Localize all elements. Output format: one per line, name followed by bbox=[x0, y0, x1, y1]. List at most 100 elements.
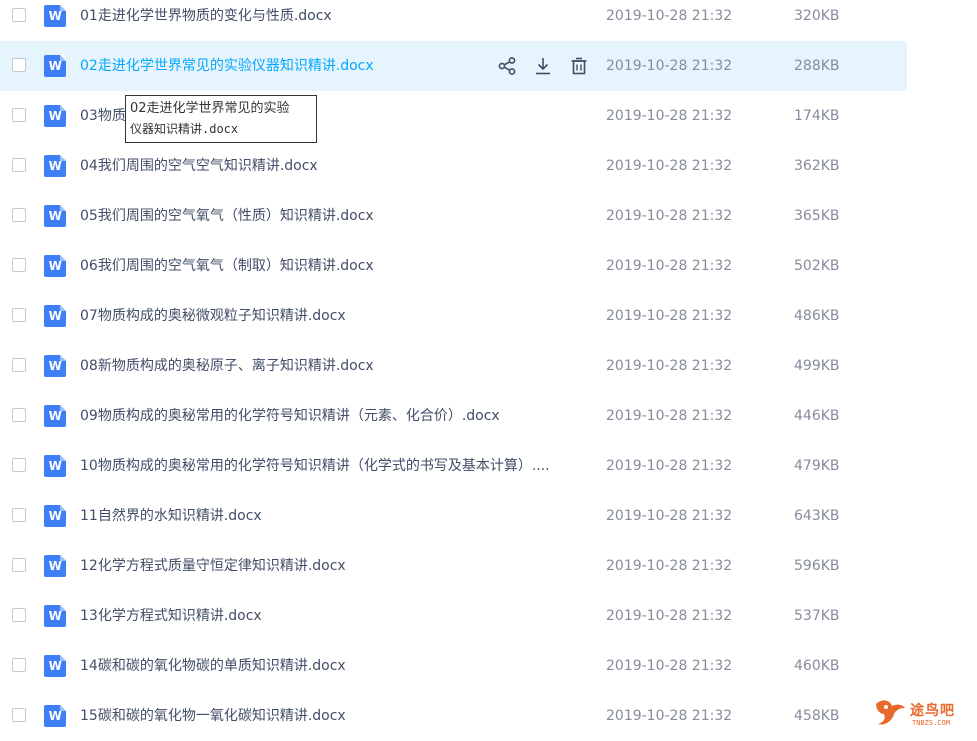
word-doc-icon: W bbox=[44, 105, 66, 127]
file-icon-letter: W bbox=[48, 109, 62, 123]
row-checkbox[interactable] bbox=[12, 258, 26, 272]
row-checkbox[interactable] bbox=[12, 458, 26, 472]
file-size: 537KB bbox=[794, 608, 840, 624]
file-icon-letter: W bbox=[48, 9, 62, 23]
file-name-link[interactable]: 12化学方程式质量守恒定律知识精讲.docx bbox=[80, 541, 346, 591]
share-icon[interactable] bbox=[496, 55, 518, 77]
word-doc-icon: W bbox=[44, 705, 66, 727]
file-row[interactable]: W 12化学方程式质量守恒定律知识精讲.docx 2019-10-28 21:32 5… bbox=[0, 541, 907, 591]
file-modified-date: 2019-10-28 21:32 bbox=[606, 558, 733, 574]
file-modified-date: 2019-10-28 21:32 bbox=[606, 8, 733, 24]
file-modified-date: 2019-10-28 21:32 bbox=[606, 458, 733, 474]
row-checkbox[interactable] bbox=[12, 208, 26, 222]
row-checkbox[interactable] bbox=[12, 58, 26, 72]
file-icon-letter: W bbox=[48, 59, 62, 73]
row-checkbox[interactable] bbox=[12, 658, 26, 672]
file-row[interactable]: W 10物质构成的奥秘常用的化学符号知识精讲（化学式的书写及基本计算）.... 20… bbox=[0, 441, 907, 491]
file-size: 596KB bbox=[794, 558, 840, 574]
file-name-link[interactable]: 13化学方程式知识精讲.docx bbox=[80, 591, 262, 641]
file-row[interactable]: W 06我们周围的空气氧气（制取）知识精讲.docx 2019-10-28 21:3… bbox=[0, 241, 907, 291]
word-doc-icon: W bbox=[44, 205, 66, 227]
file-modified-date: 2019-10-28 21:32 bbox=[606, 258, 733, 274]
file-size: 174KB bbox=[794, 108, 840, 124]
row-checkbox[interactable] bbox=[12, 408, 26, 422]
file-icon-letter: W bbox=[48, 159, 62, 173]
row-checkbox[interactable] bbox=[12, 508, 26, 522]
row-checkbox[interactable] bbox=[12, 358, 26, 372]
word-doc-icon: W bbox=[44, 155, 66, 177]
file-modified-date: 2019-10-28 21:32 bbox=[606, 608, 733, 624]
file-size: 643KB bbox=[794, 508, 840, 524]
delete-icon[interactable] bbox=[568, 55, 590, 77]
file-icon-letter: W bbox=[48, 359, 62, 373]
file-size: 288KB bbox=[794, 58, 840, 74]
tooltip-line-2: 仪器知识精讲.docx bbox=[130, 122, 239, 136]
word-doc-icon: W bbox=[44, 55, 66, 77]
file-icon-letter: W bbox=[48, 659, 62, 673]
file-modified-date: 2019-10-28 21:32 bbox=[606, 408, 733, 424]
word-doc-icon: W bbox=[44, 5, 66, 27]
file-modified-date: 2019-10-28 21:32 bbox=[606, 358, 733, 374]
word-doc-icon: W bbox=[44, 305, 66, 327]
file-size: 479KB bbox=[794, 458, 840, 474]
filename-tooltip: 02走进化学世界常见的实验 仪器知识精讲.docx bbox=[125, 95, 317, 143]
file-icon-letter: W bbox=[48, 459, 62, 473]
word-doc-icon: W bbox=[44, 555, 66, 577]
row-checkbox[interactable] bbox=[12, 8, 26, 22]
word-doc-icon: W bbox=[44, 605, 66, 627]
file-row[interactable]: W 07物质构成的奥秘微观粒子知识精讲.docx 2019-10-28 21:32 4… bbox=[0, 291, 907, 341]
file-row[interactable]: W 13化学方程式知识精讲.docx 2019-10-28 21:32 537KB bbox=[0, 591, 907, 641]
word-doc-icon: W bbox=[44, 255, 66, 277]
word-doc-icon: W bbox=[44, 655, 66, 677]
file-name-link[interactable]: 09物质构成的奥秘常用的化学符号知识精讲（元素、化合价）.docx bbox=[80, 391, 500, 441]
download-icon[interactable] bbox=[532, 55, 554, 77]
file-name-link[interactable]: 11自然界的水知识精讲.docx bbox=[80, 491, 262, 541]
file-modified-date: 2019-10-28 21:32 bbox=[606, 658, 733, 674]
tooltip-line-1: 02走进化学世界常见的实验 bbox=[130, 101, 290, 116]
file-icon-letter: W bbox=[48, 409, 62, 423]
file-name-link[interactable]: 01走进化学世界物质的变化与性质.docx bbox=[80, 0, 332, 41]
file-modified-date: 2019-10-28 21:32 bbox=[606, 308, 733, 324]
row-checkbox[interactable] bbox=[12, 708, 26, 722]
file-name-link[interactable]: 03物质 bbox=[80, 91, 126, 141]
row-checkbox[interactable] bbox=[12, 108, 26, 122]
file-name-link[interactable]: 04我们周围的空气空气知识精讲.docx bbox=[80, 141, 318, 191]
file-row[interactable]: W 02走进化学世界常见的实验仪器知识精讲.docx 2019-10-28 21:3… bbox=[0, 41, 907, 91]
bird-logo-icon bbox=[876, 700, 905, 725]
file-modified-date: 2019-10-28 21:32 bbox=[606, 58, 733, 74]
row-checkbox[interactable] bbox=[12, 608, 26, 622]
row-checkbox[interactable] bbox=[12, 558, 26, 572]
watermark-text: 途鸟吧 bbox=[910, 703, 955, 719]
file-name-link[interactable]: 08新物质构成的奥秘原子、离子知识精讲.docx bbox=[80, 341, 374, 391]
word-doc-icon: W bbox=[44, 355, 66, 377]
file-icon-letter: W bbox=[48, 559, 62, 573]
file-size: 362KB bbox=[794, 158, 840, 174]
file-row[interactable]: W 08新物质构成的奥秘原子、离子知识精讲.docx 2019-10-28 21:3… bbox=[0, 341, 907, 391]
file-row[interactable]: W 05我们周围的空气氧气（性质）知识精讲.docx 2019-10-28 21:3… bbox=[0, 191, 907, 241]
file-row[interactable]: W 14碳和碳的氧化物碳的单质知识精讲.docx 2019-10-28 21:32 4… bbox=[0, 641, 907, 691]
file-name-link[interactable]: 07物质构成的奥秘微观粒子知识精讲.docx bbox=[80, 291, 346, 341]
file-modified-date: 2019-10-28 21:32 bbox=[606, 208, 733, 224]
file-row[interactable]: W 09物质构成的奥秘常用的化学符号知识精讲（元素、化合价）.docx 2019-1… bbox=[0, 391, 907, 441]
row-checkbox[interactable] bbox=[12, 158, 26, 172]
file-row[interactable]: W 11自然界的水知识精讲.docx 2019-10-28 21:32 643KB bbox=[0, 491, 907, 541]
file-name-link[interactable]: 10物质构成的奥秘常用的化学符号知识精讲（化学式的书写及基本计算）.... bbox=[80, 441, 550, 491]
watermark-logo: 途鸟吧 TNBZS.COM bbox=[872, 696, 972, 732]
file-modified-date: 2019-10-28 21:32 bbox=[606, 508, 733, 524]
file-name-link[interactable]: 02走进化学世界常见的实验仪器知识精讲.docx bbox=[80, 41, 374, 91]
file-row[interactable]: W 01走进化学世界物质的变化与性质.docx 2019-10-28 21:32 32… bbox=[0, 0, 907, 41]
file-modified-date: 2019-10-28 21:32 bbox=[606, 108, 733, 124]
file-row[interactable]: W 04我们周围的空气空气知识精讲.docx 2019-10-28 21:32 362… bbox=[0, 141, 907, 191]
file-size: 365KB bbox=[794, 208, 840, 224]
word-doc-icon: W bbox=[44, 505, 66, 527]
file-icon-letter: W bbox=[48, 609, 62, 623]
file-name-link[interactable]: 05我们周围的空气氧气（性质）知识精讲.docx bbox=[80, 191, 374, 241]
row-checkbox[interactable] bbox=[12, 308, 26, 322]
file-name-link[interactable]: 06我们周围的空气氧气（制取）知识精讲.docx bbox=[80, 241, 374, 291]
watermark-subtext: TNBZS.COM bbox=[912, 719, 950, 727]
file-size: 486KB bbox=[794, 308, 840, 324]
word-doc-icon: W bbox=[44, 405, 66, 427]
word-doc-icon: W bbox=[44, 455, 66, 477]
file-name-link[interactable]: 14碳和碳的氧化物碳的单质知识精讲.docx bbox=[80, 641, 346, 691]
file-size: 460KB bbox=[794, 658, 840, 674]
